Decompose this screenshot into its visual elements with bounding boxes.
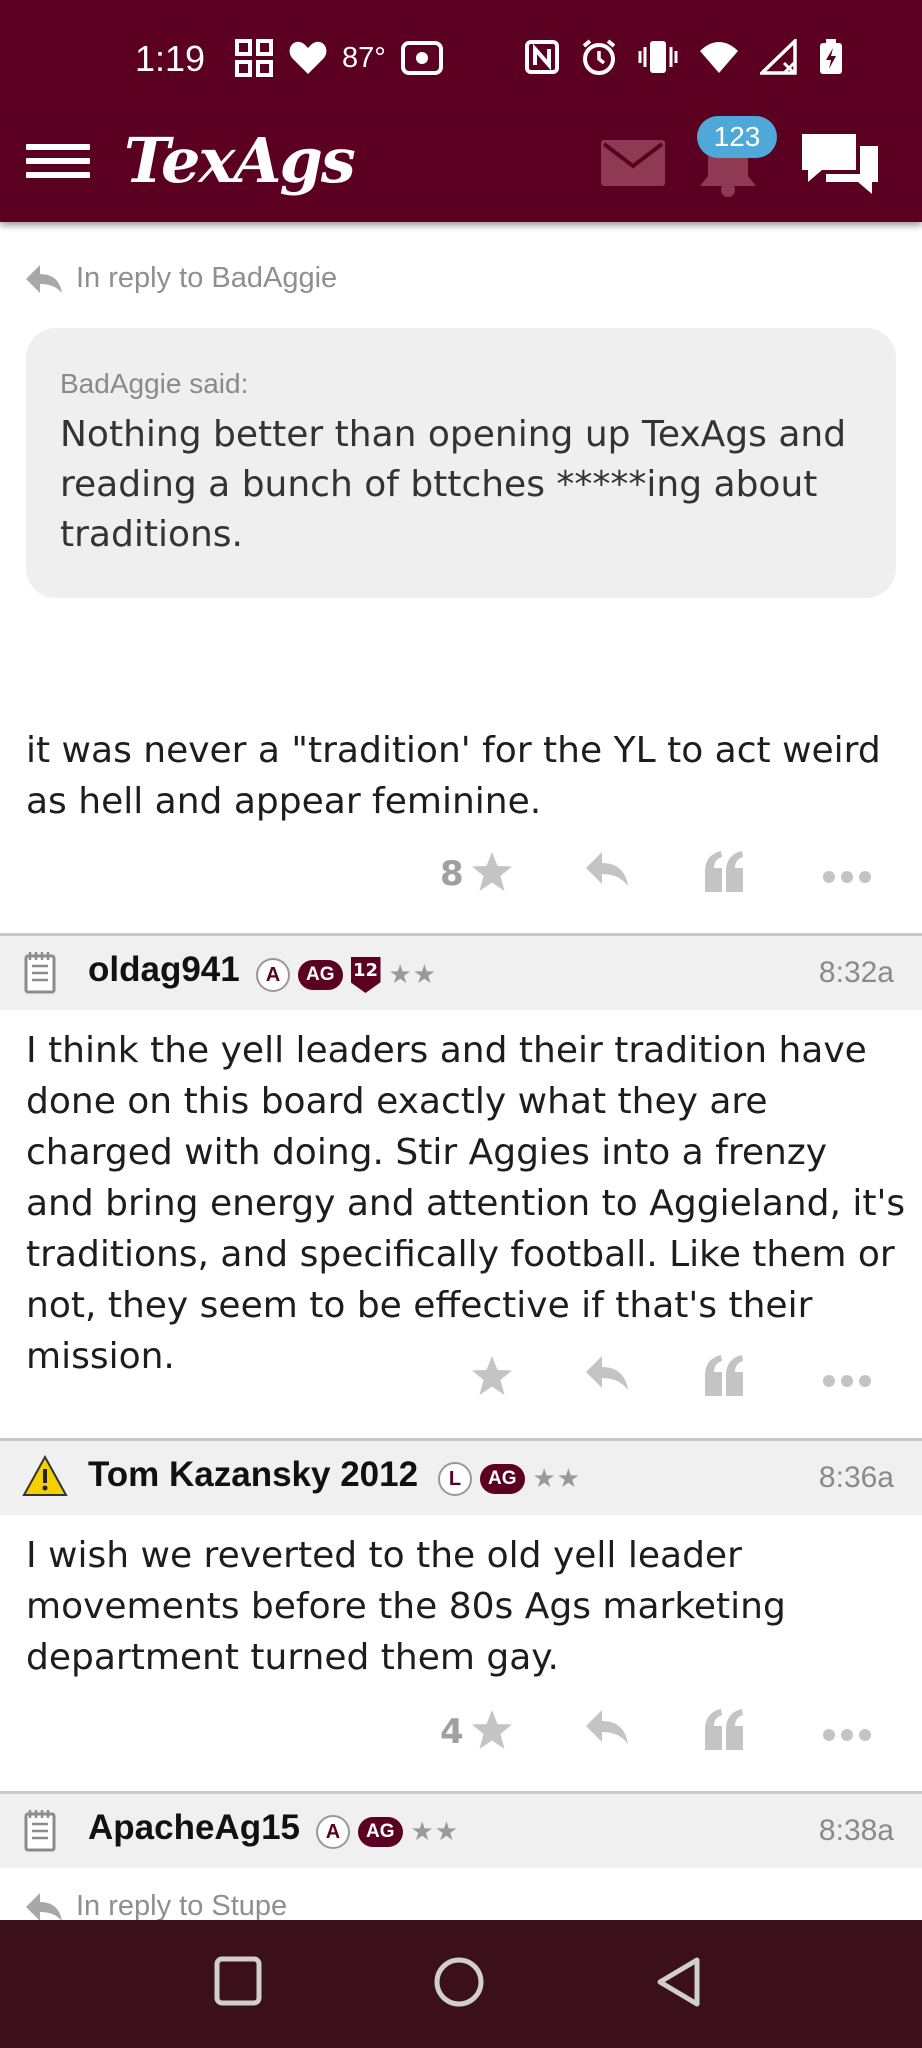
post-username[interactable]: oldag941 [88,950,240,990]
post-actions [0,1350,922,1410]
wifi-icon [700,42,738,73]
grid-icon [235,39,273,77]
quote-icon[interactable] [703,1708,745,1752]
reply-icon[interactable] [584,1354,630,1392]
post-header: oldag941 A AG 12 ★★ 8:32a [0,936,922,1010]
post-actions: 8 [0,846,922,906]
post-time: 8:36a [818,1461,894,1494]
recent-apps-icon[interactable] [214,1956,262,2006]
app-header: TexAgs 123 [0,116,922,222]
chat-icon[interactable] [798,128,882,200]
rank-stars: ★★ [388,960,438,990]
system-nav-bar [0,1920,922,2048]
post-username[interactable]: Tom Kazansky 2012 [88,1455,418,1495]
user-badge: L [438,1462,472,1496]
alarm-icon [582,39,616,75]
star-count: 4 [440,1712,464,1752]
quote-author: BadAggie said: [60,368,249,399]
quote-text: Nothing better than opening up TexAgs an… [60,414,847,555]
status-time: 1:19 [135,38,206,79]
notification-badge[interactable]: 123 [697,116,777,158]
quote-icon[interactable] [703,850,745,894]
rank-stars: ★★ [410,1817,460,1847]
mail-icon[interactable] [601,140,665,186]
rank-stars: ★★ [532,1464,582,1494]
back-icon[interactable] [655,1956,703,2008]
user-badge: A [316,1815,350,1849]
quote-icon[interactable] [703,1354,745,1398]
status-bar: 1:19 87° [0,0,922,120]
vibrate-icon [638,41,678,73]
reply-context-label: In reply to BadAggie [76,262,338,294]
post-body: I wish we reverted to the old yell leade… [26,1535,786,1678]
post-time: 8:38a [818,1814,894,1847]
post-header: Tom Kazansky 2012 L AG ★★ 8:36a [0,1441,922,1515]
star-icon[interactable] [470,1354,514,1398]
post-header: ApacheAg15 A AG ★★ 8:38a [0,1794,922,1868]
status-temperature: 87° [342,41,386,74]
more-icon[interactable] [822,870,872,884]
reply-icon[interactable] [584,850,630,888]
reply-context[interactable]: In reply to Stupe [24,1890,287,1923]
nfc-icon [525,40,559,74]
user-badge: A [256,958,290,992]
menu-icon[interactable] [26,136,90,192]
battery-charging-icon [820,39,842,74]
radio-icon [400,41,443,75]
post-username[interactable]: ApacheAg15 [88,1808,300,1848]
twelfth-man-badge: 12 [350,957,381,993]
warning-icon [22,1455,68,1496]
more-icon[interactable] [822,1728,872,1742]
heart-icon [289,41,327,74]
post-body: I think the yell leaders and their tradi… [26,1030,906,1377]
signal-icon [760,39,797,75]
ag-badge: AG [480,1464,525,1494]
star-icon[interactable] [470,1708,514,1752]
reply-context[interactable]: In reply to BadAggie [24,262,337,295]
reply-icon[interactable] [584,1708,630,1746]
reply-arrow-icon [26,264,62,293]
notepad-icon [24,952,56,994]
texags-logo[interactable]: TexAgs [124,124,356,197]
more-icon[interactable] [822,1374,872,1388]
post-actions: 4 [0,1704,922,1764]
post-time: 8:32a [818,956,894,989]
post-body: it was never a "tradition' for the YL to… [26,730,881,822]
home-icon[interactable] [433,1956,485,2008]
notepad-icon [24,1810,56,1852]
star-icon[interactable] [470,850,514,894]
ag-badge: AG [358,1817,403,1847]
reply-arrow-icon [26,1892,62,1921]
ag-badge: AG [298,960,343,990]
quote-block: BadAggie said: Nothing better than openi… [26,328,896,598]
reply-context-label: In reply to Stupe [76,1890,288,1922]
star-count: 8 [440,854,464,894]
